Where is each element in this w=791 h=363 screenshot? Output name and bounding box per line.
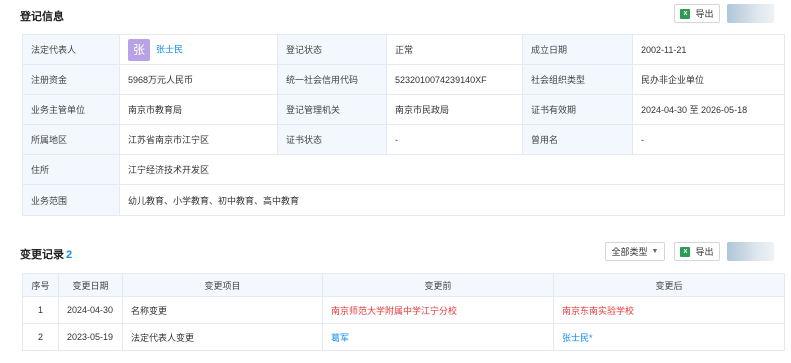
export-label: 导出 bbox=[695, 9, 714, 19]
registration-title: 登记信息 bbox=[20, 11, 64, 23]
header-item: 变更项目 bbox=[122, 273, 323, 297]
table-row: 1 2024-04-30 名称变更 南京师范大学附属中学江宁分校 南京东南实验学… bbox=[22, 296, 785, 324]
value-org-type: 民办非企业单位 bbox=[632, 64, 785, 95]
registration-table: 法定代表人 张张士民 登记状态 正常 成立日期 2002-11-21 注册资金 … bbox=[22, 34, 785, 216]
cell-item: 法定代表人变更 bbox=[122, 323, 323, 351]
table-row: 注册资金 5968万元人民币 统一社会信用代码 5232010074239140… bbox=[22, 64, 785, 95]
excel-icon: x bbox=[680, 8, 691, 19]
table-header-row: 序号 变更日期 变更项目 变更前 变更后 bbox=[22, 273, 785, 297]
type-filter-label: 全部类型 bbox=[611, 247, 648, 257]
value-reg-status: 正常 bbox=[386, 34, 523, 65]
excel-icon: x bbox=[680, 246, 691, 257]
cell-no: 1 bbox=[22, 296, 59, 324]
value-validity: 2024-04-30 至 2026-05-18 bbox=[632, 94, 785, 125]
value-cert-status: - bbox=[386, 124, 523, 155]
changes-title-text: 变更记录 bbox=[20, 249, 64, 261]
value-credit-code: 5232010074239140XF bbox=[386, 64, 523, 95]
label-address: 住所 bbox=[22, 154, 120, 185]
legal-rep-link[interactable]: 张士民 bbox=[156, 44, 183, 54]
cell-after: 南京东南实验学校 bbox=[553, 296, 785, 324]
value-address: 江宁经济技术开发区 bbox=[119, 154, 785, 185]
value-legal-rep: 张张士民 bbox=[119, 34, 278, 65]
label-founded: 成立日期 bbox=[522, 34, 633, 65]
value-scope: 幼儿教育、小学教育、初中教育、高中教育 bbox=[119, 184, 785, 216]
changes-title: 变更记录 2 bbox=[20, 246, 72, 262]
export-label: 导出 bbox=[695, 247, 714, 257]
blurred-button[interactable] bbox=[727, 4, 774, 23]
label-supervisor: 业务主管单位 bbox=[22, 94, 120, 125]
label-credit-code: 统一社会信用代码 bbox=[277, 64, 387, 95]
value-supervisor: 南京市教育局 bbox=[119, 94, 278, 125]
value-founded: 2002-11-21 bbox=[632, 34, 785, 65]
value-capital: 5968万元人民币 bbox=[119, 64, 278, 95]
avatar: 张 bbox=[128, 38, 150, 61]
cell-no: 2 bbox=[22, 323, 59, 351]
table-row: 所属地区 江苏省南京市江宁区 证书状态 - 曾用名 - bbox=[22, 124, 785, 155]
value-region: 江苏省南京市江宁区 bbox=[119, 124, 278, 155]
cell-date: 2024-04-30 bbox=[58, 296, 123, 324]
changes-count: 2 bbox=[66, 249, 73, 261]
table-row: 2 2023-05-19 法定代表人变更 葛军 张士民* bbox=[22, 323, 785, 351]
caret-down-icon: ▼ bbox=[651, 248, 659, 255]
blurred-button[interactable] bbox=[727, 242, 774, 261]
value-former-name: - bbox=[632, 124, 785, 155]
table-row: 法定代表人 张张士民 登记状态 正常 成立日期 2002-11-21 bbox=[22, 34, 785, 65]
cell-date: 2023-05-19 bbox=[58, 323, 123, 351]
header-after: 变更后 bbox=[553, 273, 785, 297]
header-date: 变更日期 bbox=[58, 273, 123, 297]
header-no: 序号 bbox=[22, 273, 59, 297]
export-button[interactable]: x 导出 bbox=[674, 4, 720, 23]
header-before: 变更前 bbox=[322, 273, 554, 297]
table-row: 住所 江宁经济技术开发区 bbox=[22, 154, 785, 185]
export-button-changes[interactable]: x 导出 bbox=[674, 242, 720, 261]
type-filter-dropdown[interactable]: 全部类型 ▼ bbox=[605, 242, 665, 261]
label-former-name: 曾用名 bbox=[522, 124, 633, 155]
changes-table: 序号 变更日期 变更项目 变更前 变更后 1 2024-04-30 名称变更 南… bbox=[22, 273, 785, 351]
label-legal-rep: 法定代表人 bbox=[22, 34, 120, 65]
table-row: 业务范围 幼儿教育、小学教育、初中教育、高中教育 bbox=[22, 184, 785, 216]
label-scope: 业务范围 bbox=[22, 184, 120, 216]
label-capital: 注册资金 bbox=[22, 64, 120, 95]
cell-before-link[interactable]: 葛军 bbox=[322, 323, 554, 351]
cell-before: 南京师范大学附属中学江宁分校 bbox=[322, 296, 554, 324]
cell-after-link[interactable]: 张士民* bbox=[553, 323, 785, 351]
label-reg-status: 登记状态 bbox=[277, 34, 387, 65]
label-org-type: 社会组织类型 bbox=[522, 64, 633, 95]
table-row: 业务主管单位 南京市教育局 登记管理机关 南京市民政局 证书有效期 2024-0… bbox=[22, 94, 785, 125]
label-authority: 登记管理机关 bbox=[277, 94, 387, 125]
label-cert-status: 证书状态 bbox=[277, 124, 387, 155]
label-validity: 证书有效期 bbox=[522, 94, 633, 125]
label-region: 所属地区 bbox=[22, 124, 120, 155]
value-authority: 南京市民政局 bbox=[386, 94, 523, 125]
cell-item: 名称变更 bbox=[122, 296, 323, 324]
